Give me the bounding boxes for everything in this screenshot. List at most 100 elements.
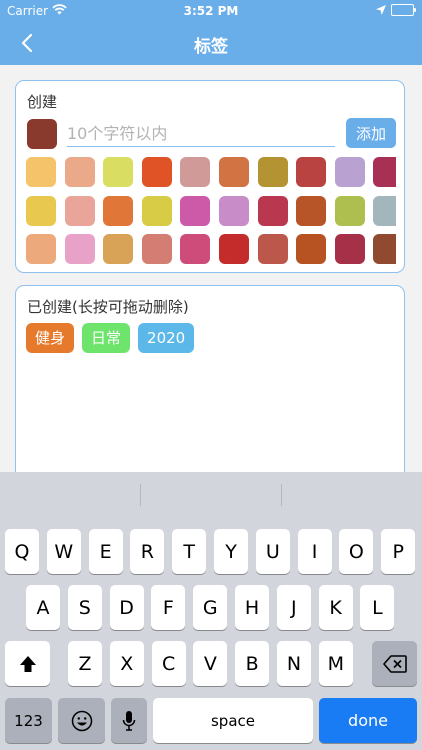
key-m[interactable]: M — [318, 641, 353, 686]
key-label: S — [78, 596, 91, 619]
key-j[interactable]: J — [276, 585, 311, 630]
back-chevron-icon[interactable] — [18, 32, 38, 54]
microphone-key[interactable] — [111, 698, 147, 743]
color-swatch[interactable] — [64, 157, 95, 187]
color-swatch[interactable] — [103, 234, 134, 264]
key-w[interactable]: W — [46, 529, 81, 574]
shift-arrow-icon — [19, 655, 36, 672]
done-key[interactable]: done — [319, 698, 417, 743]
key-label: E — [99, 540, 112, 563]
color-swatch[interactable] — [26, 234, 56, 264]
color-swatch[interactable] — [141, 195, 172, 226]
key-label: space — [210, 711, 255, 730]
key-label: M — [327, 652, 344, 675]
key-f[interactable]: F — [151, 585, 186, 630]
navigation-header: Carrier 3:52 PM 标签 — [0, 0, 422, 65]
key-x[interactable]: X — [109, 641, 144, 686]
key-r[interactable]: R — [130, 529, 165, 574]
key-n[interactable]: N — [277, 641, 311, 686]
color-swatch[interactable] — [103, 157, 134, 187]
create-section-title: 创建 — [27, 93, 58, 111]
color-swatch[interactable] — [257, 195, 288, 226]
color-swatch[interactable] — [219, 234, 249, 264]
color-swatch[interactable] — [64, 234, 95, 264]
color-swatch[interactable] — [26, 195, 56, 226]
key-label: O — [348, 540, 364, 563]
key-a[interactable]: A — [26, 585, 60, 630]
key-v[interactable]: V — [193, 641, 228, 686]
key-label: done — [348, 711, 388, 730]
page-title: 标签 — [194, 37, 228, 57]
add-button[interactable]: 添加 — [346, 118, 396, 148]
clock: 3:52 PM — [183, 4, 239, 18]
numbers-key[interactable]: 123 — [5, 698, 52, 743]
tag-chip[interactable]: 日常 — [82, 323, 131, 353]
color-swatch[interactable] — [103, 195, 134, 226]
color-swatch[interactable] — [257, 157, 288, 187]
color-swatch[interactable] — [219, 195, 249, 226]
color-swatch[interactable] — [141, 157, 172, 187]
selected-color-swatch[interactable] — [27, 119, 57, 149]
tag-chip[interactable]: 健身 — [26, 323, 75, 353]
key-label: Q — [14, 540, 30, 563]
color-swatch[interactable] — [296, 195, 327, 226]
color-swatch[interactable] — [180, 234, 211, 264]
key-i[interactable]: I — [297, 529, 332, 574]
key-u[interactable]: U — [255, 529, 290, 574]
key-label: X — [120, 652, 134, 675]
key-h[interactable]: H — [235, 585, 269, 630]
battery-icon — [391, 4, 416, 16]
color-swatch[interactable] — [180, 157, 211, 187]
key-g[interactable]: G — [193, 585, 228, 630]
tag-chip[interactable]: 2020 — [138, 323, 195, 353]
key-b[interactable]: B — [235, 641, 270, 686]
key-k[interactable]: K — [318, 585, 353, 630]
key-t[interactable]: T — [172, 529, 207, 574]
suggestion-divider — [281, 484, 282, 506]
key-label: A — [36, 596, 50, 619]
space-key[interactable]: space — [153, 698, 313, 743]
key-label: K — [329, 596, 342, 619]
color-swatch[interactable] — [180, 195, 211, 226]
key-label: U — [265, 540, 280, 563]
color-swatch[interactable] — [373, 195, 396, 226]
color-swatch[interactable] — [334, 157, 365, 187]
color-swatch[interactable] — [257, 234, 288, 264]
key-label: C — [161, 652, 176, 675]
key-c[interactable]: C — [151, 641, 186, 686]
tag-name-input[interactable] — [67, 120, 335, 147]
color-swatch[interactable] — [373, 157, 396, 187]
key-label: R — [140, 540, 154, 563]
key-label: F — [162, 596, 174, 619]
color-swatch[interactable] — [334, 234, 365, 264]
key-z[interactable]: Z — [68, 641, 102, 686]
shift-key[interactable] — [5, 641, 50, 686]
color-swatch[interactable] — [141, 234, 172, 264]
create-tag-panel: 创建 添加 — [15, 80, 405, 273]
key-label: Z — [78, 652, 92, 675]
color-swatch[interactable] — [373, 234, 396, 264]
key-p[interactable]: P — [381, 529, 416, 574]
color-swatch[interactable] — [219, 157, 249, 187]
key-y[interactable]: Y — [214, 529, 248, 574]
key-e[interactable]: E — [88, 529, 123, 574]
key-label: 123 — [14, 711, 43, 730]
key-label: D — [119, 596, 134, 619]
delete-key[interactable] — [372, 641, 417, 686]
key-d[interactable]: D — [109, 585, 144, 630]
color-swatch[interactable] — [64, 195, 95, 226]
key-l[interactable]: L — [360, 585, 395, 630]
key-q[interactable]: Q — [5, 529, 39, 574]
emoji-key[interactable] — [58, 698, 105, 743]
key-label: T — [183, 540, 195, 563]
backspace-icon — [382, 654, 407, 673]
key-s[interactable]: S — [67, 585, 102, 630]
microphone-icon — [122, 710, 136, 731]
color-swatch[interactable] — [26, 157, 56, 187]
color-swatch[interactable] — [334, 195, 365, 226]
color-swatch[interactable] — [296, 157, 327, 187]
key-label: L — [372, 596, 383, 619]
key-o[interactable]: O — [339, 529, 374, 574]
color-swatch[interactable] — [296, 234, 327, 264]
suggestion-bar — [0, 472, 422, 517]
